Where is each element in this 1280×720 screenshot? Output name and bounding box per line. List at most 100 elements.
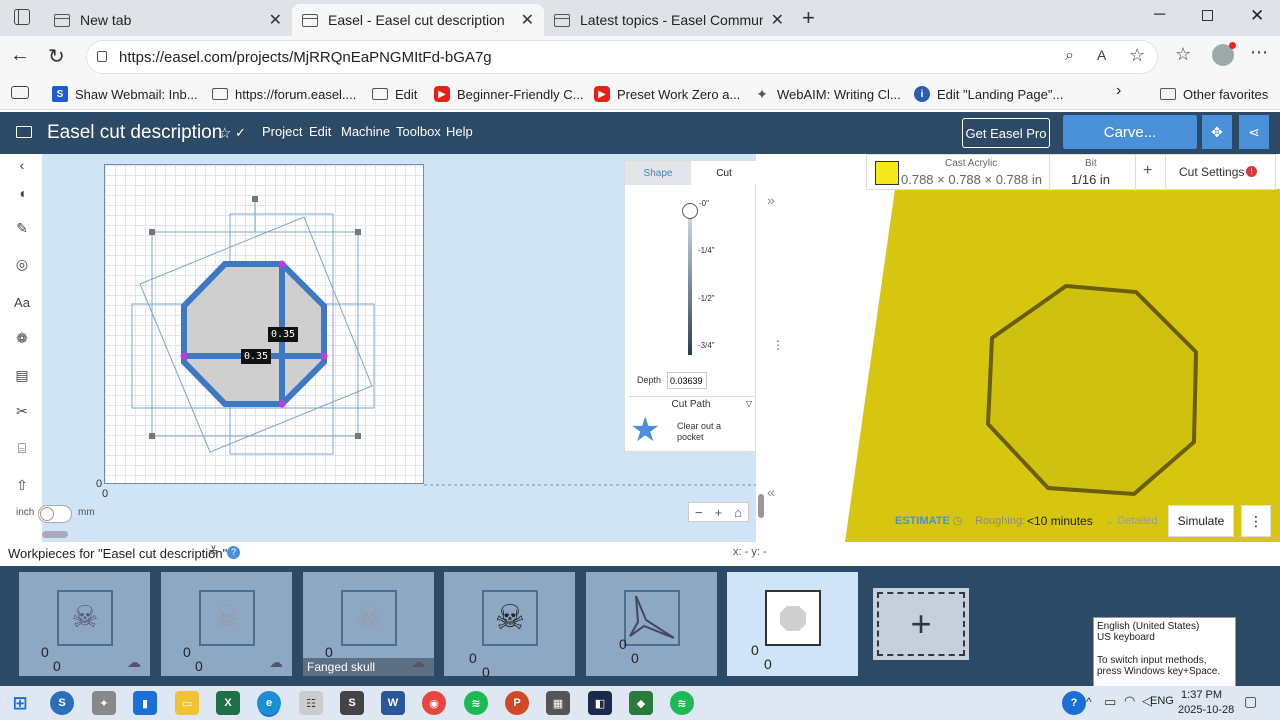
material-name[interactable]: Cast Acrylic <box>945 158 997 169</box>
check-icon[interactable]: ✓ <box>235 125 246 141</box>
profile-avatar[interactable] <box>1212 42 1236 66</box>
chevron-up-icon[interactable]: ^ <box>1086 695 1092 709</box>
tab-actions-icon[interactable] <box>14 9 30 25</box>
word-icon[interactable]: W <box>381 691 405 715</box>
battery-icon[interactable]: ▭ <box>1104 694 1116 710</box>
star-icon[interactable]: ☆ <box>218 124 231 142</box>
depth-slider-knob[interactable] <box>682 203 698 219</box>
fav-beginner[interactable]: ▶ Beginner-Friendly C... <box>434 84 583 104</box>
refresh-icon[interactable]: ↻ <box>48 44 65 69</box>
depth-slider[interactable] <box>688 203 692 355</box>
edge-icon[interactable]: e <box>257 691 281 715</box>
machine-move-icon[interactable]: ✥ <box>1202 115 1232 149</box>
ruler-icon[interactable]: ▤ <box>11 364 33 386</box>
clock-date[interactable]: 2025-10-28 <box>1178 704 1234 716</box>
chevron-down-icon[interactable]: ≚ <box>208 544 219 560</box>
menu-project[interactable]: Project <box>262 124 302 139</box>
url-field[interactable]: https://easel.com/projects/MjRRQnEaPNGMI… <box>86 40 1158 74</box>
tab-shape[interactable]: Shape <box>625 161 691 185</box>
home-icon[interactable]: ⌂ <box>734 505 742 520</box>
close-tab-icon[interactable]: ✕ <box>521 10 534 30</box>
fav-shaw[interactable]: S Shaw Webmail: Inb... <box>52 84 198 104</box>
menu-help[interactable]: Help <box>446 124 473 139</box>
share-icon[interactable]: ⋖ <box>1239 115 1269 149</box>
restore-icon[interactable] <box>1202 10 1213 21</box>
windows-start-icon[interactable]: ⊞ <box>8 691 32 715</box>
close-tab-icon[interactable]: ✕ <box>771 10 784 30</box>
camera-icon[interactable]: ⌸ <box>11 437 33 459</box>
tab-new-tab[interactable]: New tab ✕ <box>44 4 292 36</box>
menu-machine[interactable]: Machine <box>341 124 390 139</box>
app-icon[interactable]: ☷ <box>299 691 323 715</box>
powerpoint-icon[interactable]: P <box>505 691 529 715</box>
collections-icon[interactable] <box>11 86 29 99</box>
app-icon[interactable]: ▮ <box>133 691 157 715</box>
estimate-label[interactable]: ESTIMATE ◷ <box>895 514 962 527</box>
minimize-icon[interactable]: ─ <box>1154 6 1165 24</box>
other-favorites[interactable]: Other favorites <box>1160 84 1268 104</box>
clock-time[interactable]: 1:37 PM <box>1178 689 1222 701</box>
spotify-icon[interactable]: ≋ <box>464 691 488 715</box>
depth-input[interactable] <box>667 372 707 389</box>
chevron-right-icon[interactable]: › <box>1116 82 1121 100</box>
detailed-toggle[interactable]: ⌄ Detailed <box>1105 514 1158 527</box>
carve-button[interactable]: Carve... <box>1063 115 1197 149</box>
app-s-icon[interactable]: S <box>50 691 74 715</box>
add-workpiece-button[interactable]: + <box>873 588 969 660</box>
workpiece-card-active[interactable]: 0 0 <box>727 572 858 676</box>
more-options-icon[interactable]: ⋮ <box>1241 505 1271 537</box>
menu-toolbox[interactable]: Toolbox <box>396 124 441 139</box>
zoom-out-icon[interactable]: − <box>695 505 703 520</box>
language-indicator[interactable]: ENG <box>1150 695 1174 707</box>
scissors-icon[interactable]: ✂ <box>11 400 33 422</box>
workpiece-card[interactable]: 0 0 <box>586 572 717 676</box>
workpiece-card-fanged-skull[interactable]: ☠ 0 Fanged skull ☁ <box>303 572 434 676</box>
close-tab-icon[interactable]: ✕ <box>269 10 282 30</box>
h-scrollbar[interactable] <box>42 531 68 538</box>
v-scrollbar[interactable] <box>758 494 764 518</box>
workpieces-title[interactable]: Workpieces for "Easel cut description" <box>8 546 227 561</box>
app-icon[interactable]: ◧ <box>588 691 612 715</box>
icons-palette-icon[interactable]: ❁ <box>11 327 33 349</box>
splitter-right-icon[interactable]: » <box>767 192 775 208</box>
cut-path-header[interactable]: Cut Path ▽ <box>628 396 754 412</box>
workpiece-card[interactable]: ☠ 0 0 ☁ <box>161 572 292 676</box>
tab-community[interactable]: Latest topics - Easel Community F ✕ <box>544 4 794 36</box>
zoom-icon[interactable]: ⌕ <box>1065 47 1074 65</box>
target-icon[interactable]: ◎ <box>11 253 33 275</box>
material-color-swatch[interactable] <box>875 161 899 185</box>
unit-toggle[interactable] <box>38 505 72 523</box>
fav-preset[interactable]: ▶ Preset Work Zero a... <box>594 84 740 104</box>
zoom-in-icon[interactable]: + <box>715 505 723 520</box>
dimension-label-vertical[interactable]: 0.35 <box>268 327 299 342</box>
chrome-icon[interactable]: ◉ <box>422 691 446 715</box>
pen-icon[interactable]: ✎ <box>11 217 33 239</box>
upload-icon[interactable]: ⇧ <box>11 474 33 496</box>
fav-forum[interactable]: https://forum.easel.... <box>212 84 356 104</box>
collapse-chevron-icon[interactable]: ‹ <box>11 154 33 176</box>
more-icon[interactable]: ⋯ <box>1250 42 1268 63</box>
new-tab-icon[interactable]: + <box>802 5 815 31</box>
favorite-star-icon[interactable]: ☆ <box>1129 45 1145 66</box>
help-tray-icon[interactable]: ? <box>1062 691 1086 715</box>
excel-icon[interactable]: X <box>216 691 240 715</box>
get-pro-button[interactable]: Get Easel Pro <box>962 118 1050 148</box>
help-icon[interactable]: ? <box>227 546 240 559</box>
material-dims[interactable]: 0.788 × 0.788 × 0.788 in <box>901 172 1042 187</box>
fav-landing[interactable]: i Edit "Landing Page"... <box>914 84 1063 104</box>
bit-value[interactable]: 1/16 in <box>1071 172 1110 187</box>
notifications-icon[interactable]: ▢ <box>1244 693 1257 710</box>
cut-settings-label[interactable]: Cut Settings <box>1179 165 1244 179</box>
app-icon[interactable]: S <box>340 691 364 715</box>
workpiece-card[interactable]: ☠ 0 0 <box>444 572 575 680</box>
back-icon[interactable]: ← <box>10 44 30 67</box>
tab-cut[interactable]: Cut <box>691 161 757 185</box>
simulate-button[interactable]: Simulate <box>1168 505 1234 537</box>
fav-edit[interactable]: Edit <box>372 84 417 104</box>
shapes-icon[interactable]: ◖ <box>11 182 33 204</box>
menu-edit[interactable]: Edit <box>309 124 331 139</box>
app-icon[interactable]: ◆ <box>629 691 653 715</box>
splitter-left-icon[interactable]: « <box>767 484 775 500</box>
pocket-star-icon[interactable]: ★ <box>630 413 660 447</box>
text-icon[interactable]: Aa <box>11 291 33 313</box>
